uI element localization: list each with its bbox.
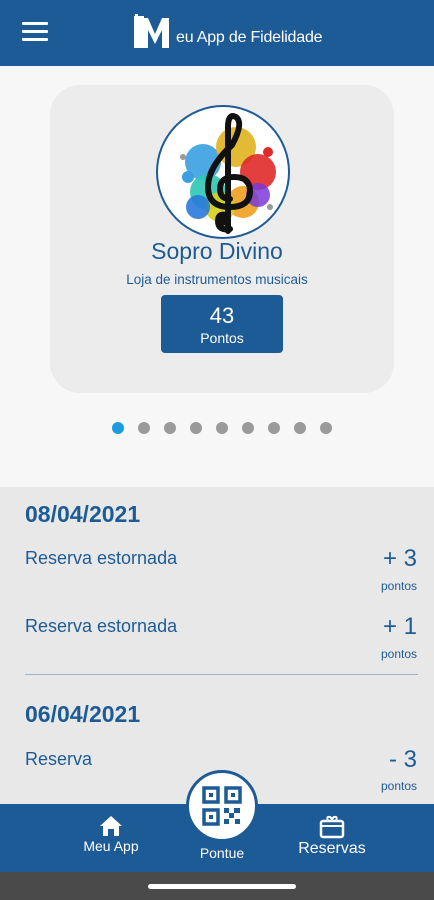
carousel-dot[interactable] [320, 422, 332, 434]
carousel-dot[interactable] [112, 422, 124, 434]
history-entry-value: + 1 [382, 613, 417, 640]
treble-clef-icon [180, 113, 276, 234]
points-history[interactable]: 08/04/2021 Reserva estornada + 3 pontos … [0, 487, 434, 807]
points-label: Pontos [200, 330, 244, 346]
carousel-dot[interactable] [268, 422, 280, 434]
app-header: eu App de Fidelidade [0, 0, 434, 66]
history-entry-label: Reserva [25, 749, 93, 769]
history-date: 06/04/2021 [25, 701, 141, 727]
history-entry-value: - 3 [388, 746, 417, 773]
history-entry-unit: pontos [380, 579, 417, 593]
history-entry-value: + 3 [382, 545, 417, 572]
carousel-dot[interactable] [190, 422, 202, 434]
points-value: 43 [209, 303, 235, 328]
carousel-dot[interactable] [164, 422, 176, 434]
history-entry-label: Reserva estornada [25, 548, 178, 568]
nav-reservations[interactable]: Reservas [292, 814, 372, 858]
nav-reservations-label: Reservas [298, 840, 366, 857]
history-entry-unit: pontos [380, 647, 417, 661]
store-name: Sopro Divino [151, 238, 283, 264]
nav-home[interactable]: Meu App [78, 814, 144, 854]
carousel-pagination [112, 422, 332, 434]
store-logo [156, 105, 290, 239]
carousel-dot[interactable] [138, 422, 150, 434]
nav-scan-label-wrap[interactable]: Pontue [191, 845, 253, 861]
carousel-dot[interactable] [242, 422, 254, 434]
store-subtitle: Loja de instrumentos musicais [126, 272, 308, 287]
app-title: eu App de Fidelidade [176, 29, 323, 46]
points-badge: 43 Pontos [161, 295, 283, 353]
qr-code-icon [202, 786, 242, 826]
history-date: 08/04/2021 [25, 501, 141, 527]
nav-scan-label: Pontue [199, 845, 245, 861]
home-indicator[interactable] [148, 884, 296, 889]
scan-qr-button[interactable] [186, 770, 258, 842]
system-navigation-bar [0, 872, 434, 900]
history-entry-label: Reserva estornada [25, 616, 178, 636]
ticket-icon [319, 815, 345, 839]
meu-app-logo-icon [134, 14, 169, 48]
nav-home-label: Meu App [83, 838, 139, 854]
home-icon [100, 816, 122, 836]
carousel-dot[interactable] [294, 422, 306, 434]
carousel-dot[interactable] [216, 422, 228, 434]
app-logo: eu App de Fidelidade [134, 10, 323, 50]
hamburger-menu-icon[interactable] [22, 22, 48, 44]
history-divider [25, 674, 418, 675]
history-entry-unit: pontos [380, 779, 417, 793]
